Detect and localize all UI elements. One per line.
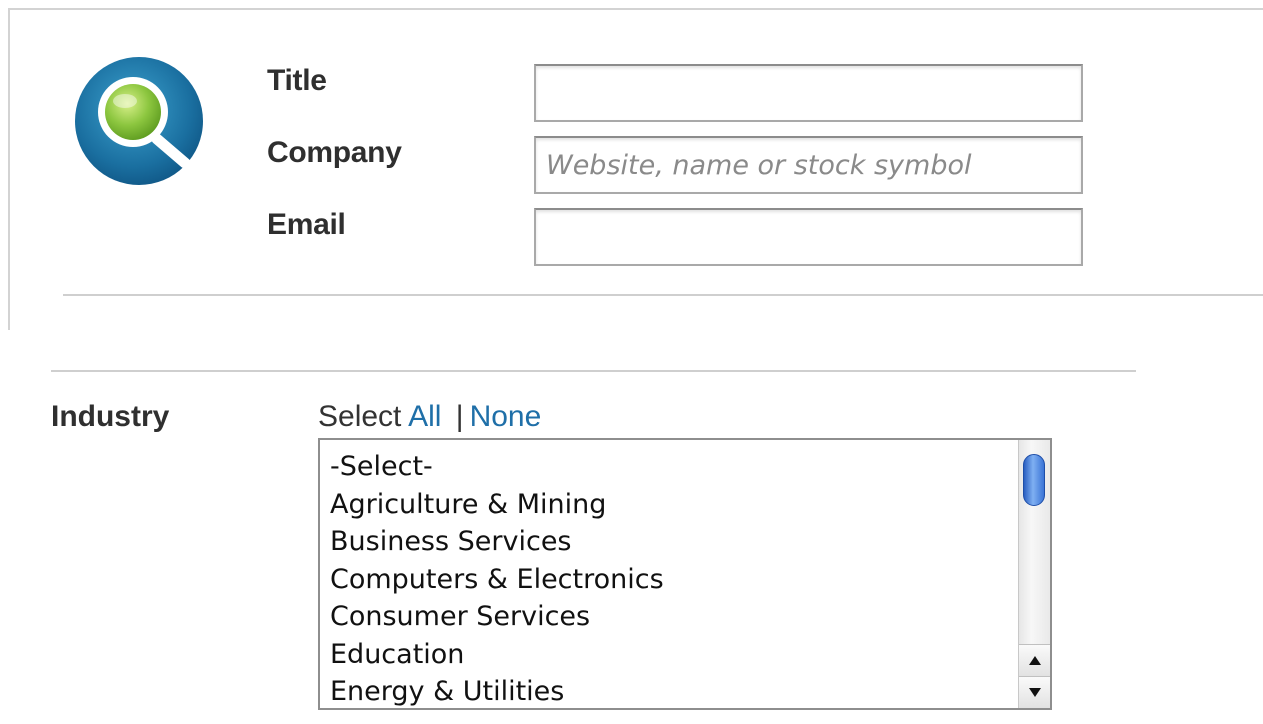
- industry-listbox[interactable]: -Select- Agriculture & Mining Business S…: [318, 438, 1052, 710]
- magnifier-search-icon: [75, 57, 203, 185]
- scroll-down-button[interactable]: [1019, 676, 1050, 708]
- title-input[interactable]: [534, 64, 1083, 122]
- industry-option[interactable]: Business Services: [330, 523, 1050, 561]
- arrow-up-icon: [1028, 656, 1041, 665]
- industry-options: -Select- Agriculture & Mining Business S…: [320, 440, 1050, 708]
- arrow-down-icon: [1028, 688, 1041, 697]
- select-none-link[interactable]: None: [470, 400, 542, 433]
- select-all-link[interactable]: All: [408, 400, 441, 433]
- listbox-scrollbar[interactable]: [1018, 440, 1050, 708]
- industry-option[interactable]: Energy & Utilities: [330, 673, 1050, 708]
- select-prefix: Select: [318, 400, 402, 433]
- select-all-none-row: Select All | None: [318, 400, 541, 434]
- panel-divider: [63, 294, 1263, 296]
- company-label: Company: [267, 136, 402, 169]
- industry-option[interactable]: Agriculture & Mining: [330, 486, 1050, 524]
- industry-option[interactable]: Computers & Electronics: [330, 561, 1050, 599]
- company-input[interactable]: [534, 136, 1083, 194]
- email-label: Email: [267, 208, 346, 241]
- industry-option[interactable]: Education: [330, 636, 1050, 674]
- scroll-up-button[interactable]: [1019, 644, 1050, 676]
- scrollbar-thumb[interactable]: [1023, 454, 1045, 506]
- email-input[interactable]: [534, 208, 1083, 266]
- section-divider: [51, 370, 1136, 372]
- industry-option[interactable]: -Select-: [330, 448, 1050, 486]
- industry-label: Industry: [51, 400, 170, 433]
- title-label: Title: [267, 64, 327, 97]
- page: Title Company Email Industry Select All …: [0, 0, 1263, 724]
- industry-option[interactable]: Consumer Services: [330, 598, 1050, 636]
- select-separator: |: [455, 400, 464, 433]
